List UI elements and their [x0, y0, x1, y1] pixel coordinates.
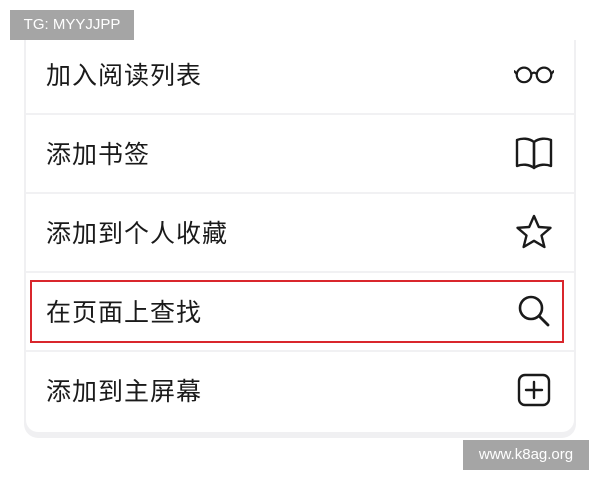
share-action-menu: 加入阅读列表 添加书签 添加到个人收藏 在页面上查找 添加到主屏幕: [26, 36, 574, 432]
book-icon: [514, 133, 554, 173]
glasses-icon: [514, 54, 554, 94]
menu-item-add-to-favorites[interactable]: 添加到个人收藏: [26, 194, 574, 270]
add-square-icon: [514, 370, 554, 410]
star-icon: [514, 212, 554, 252]
menu-item-label: 加入阅读列表: [46, 61, 203, 90]
menu-item-label: 在页面上查找: [46, 298, 203, 327]
menu-item-label: 添加到个人收藏: [46, 219, 229, 248]
menu-item-find-on-page[interactable]: 在页面上查找: [26, 273, 574, 349]
watermark-top-left: TG: MYYJJPP: [10, 10, 134, 40]
menu-item-add-to-reading-list[interactable]: 加入阅读列表: [26, 36, 574, 112]
search-icon: [514, 291, 554, 331]
menu-item-add-to-home-screen[interactable]: 添加到主屏幕: [26, 352, 574, 428]
menu-item-label: 添加到主屏幕: [46, 377, 203, 406]
menu-item-add-bookmark[interactable]: 添加书签: [26, 115, 574, 191]
watermark-bottom-right: www.k8ag.org: [463, 440, 589, 470]
menu-item-label: 添加书签: [46, 140, 151, 169]
